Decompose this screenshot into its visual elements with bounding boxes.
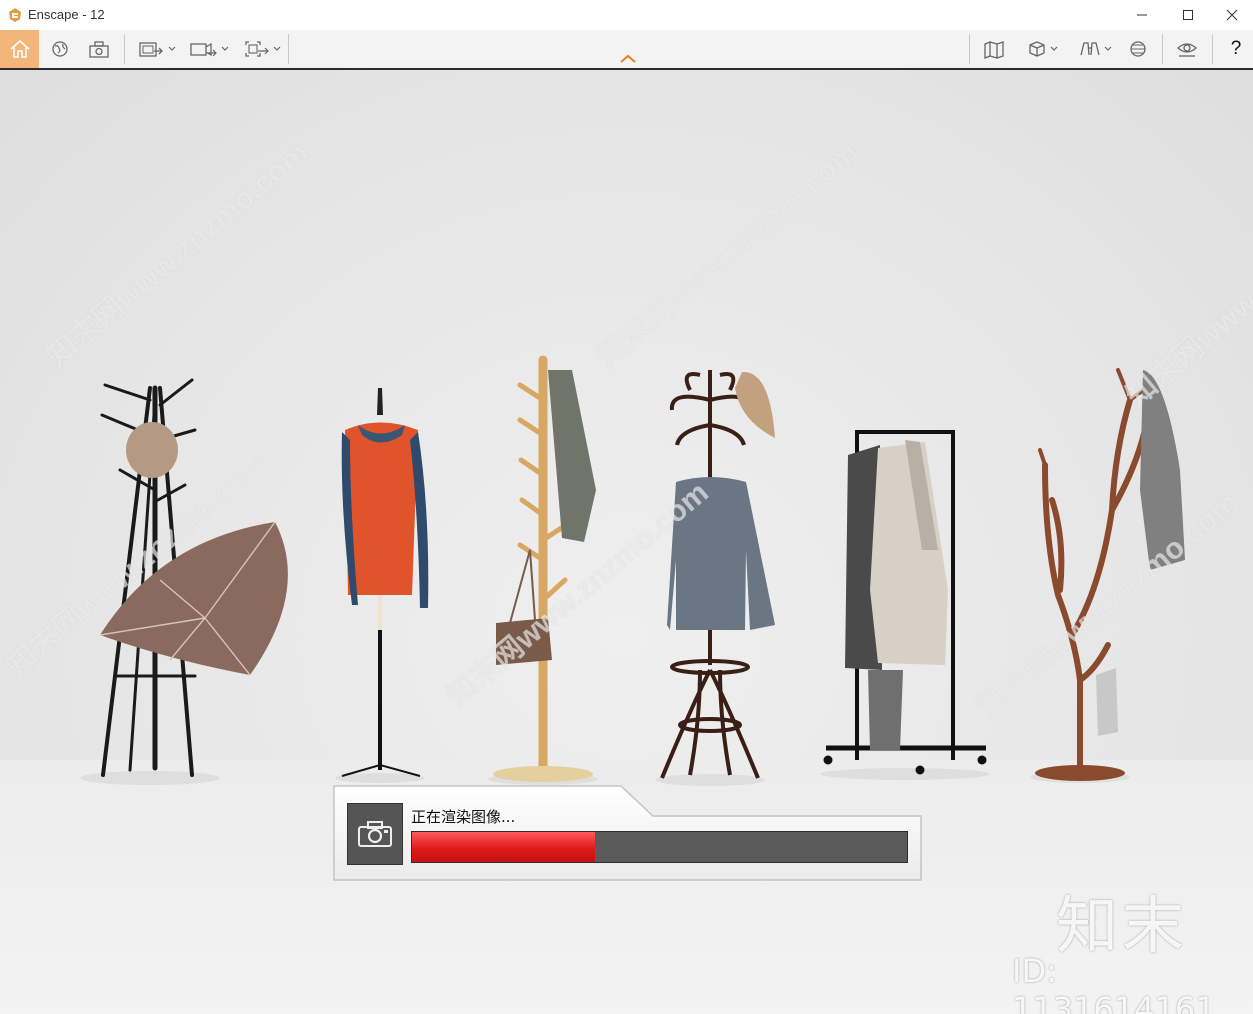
export-scene-icon	[139, 42, 163, 57]
camera-button	[347, 803, 403, 865]
render-progress-bar	[411, 831, 908, 863]
eye-icon	[1177, 43, 1197, 57]
globe-icon	[52, 41, 68, 57]
eye-button[interactable]	[1172, 30, 1202, 68]
hat-on-rack	[126, 422, 178, 478]
render-progress-fill	[412, 832, 596, 862]
trousers	[868, 670, 903, 750]
tote-bag	[1096, 668, 1118, 736]
render-progress-dialog: 正在渲染图像...	[333, 785, 923, 883]
walk-mode-button[interactable]	[1071, 30, 1119, 68]
home-button[interactable]	[0, 30, 39, 68]
collapse-toolbar-icon[interactable]	[619, 54, 637, 64]
plaid-shirt	[548, 370, 596, 542]
close-button[interactable]	[1209, 0, 1253, 30]
enscape-logo-icon	[9, 8, 21, 22]
export-video-button[interactable]	[185, 30, 233, 68]
chevron-down-icon	[168, 46, 176, 51]
chevron-down-icon	[1104, 46, 1112, 51]
export-panorama-icon	[245, 41, 269, 57]
title-bar: Enscape - 12	[0, 0, 1253, 30]
views-button[interactable]	[1018, 30, 1066, 68]
close-icon	[1226, 9, 1238, 21]
export-scene-button[interactable]	[134, 30, 180, 68]
chevron-down-icon	[273, 46, 281, 51]
straw-hat	[735, 371, 775, 438]
mannequin	[341, 388, 429, 777]
render-status-text: 正在渲染图像...	[411, 808, 516, 826]
visual-settings-button[interactable]	[1124, 30, 1152, 68]
maximize-icon	[1183, 10, 1193, 20]
screenshot-icon	[89, 41, 109, 58]
chevron-down-icon	[221, 46, 229, 51]
home-icon	[9, 39, 30, 58]
cube-icon	[1029, 41, 1045, 57]
map-button[interactable]	[979, 30, 1009, 68]
minimize-button[interactable]	[1119, 0, 1165, 30]
binoculars-icon	[1080, 42, 1100, 56]
help-button[interactable]: ?	[1222, 30, 1250, 68]
export-panorama-button[interactable]	[239, 30, 285, 68]
brand-id: ID: 1131614161	[1012, 952, 1216, 1014]
beige-coat	[870, 442, 948, 665]
toolbar: ?	[0, 30, 1253, 70]
chevron-down-icon	[1050, 46, 1058, 51]
maximize-button[interactable]	[1165, 0, 1211, 30]
map-icon	[984, 41, 1004, 59]
window-title: Enscape - 12	[28, 7, 105, 22]
export-video-icon	[190, 42, 217, 57]
visual-settings-icon	[1130, 41, 1146, 57]
camera-icon	[358, 821, 392, 847]
screenshot-button[interactable]	[85, 30, 113, 68]
minimize-icon	[1137, 14, 1147, 16]
globe-button[interactable]	[46, 30, 74, 68]
